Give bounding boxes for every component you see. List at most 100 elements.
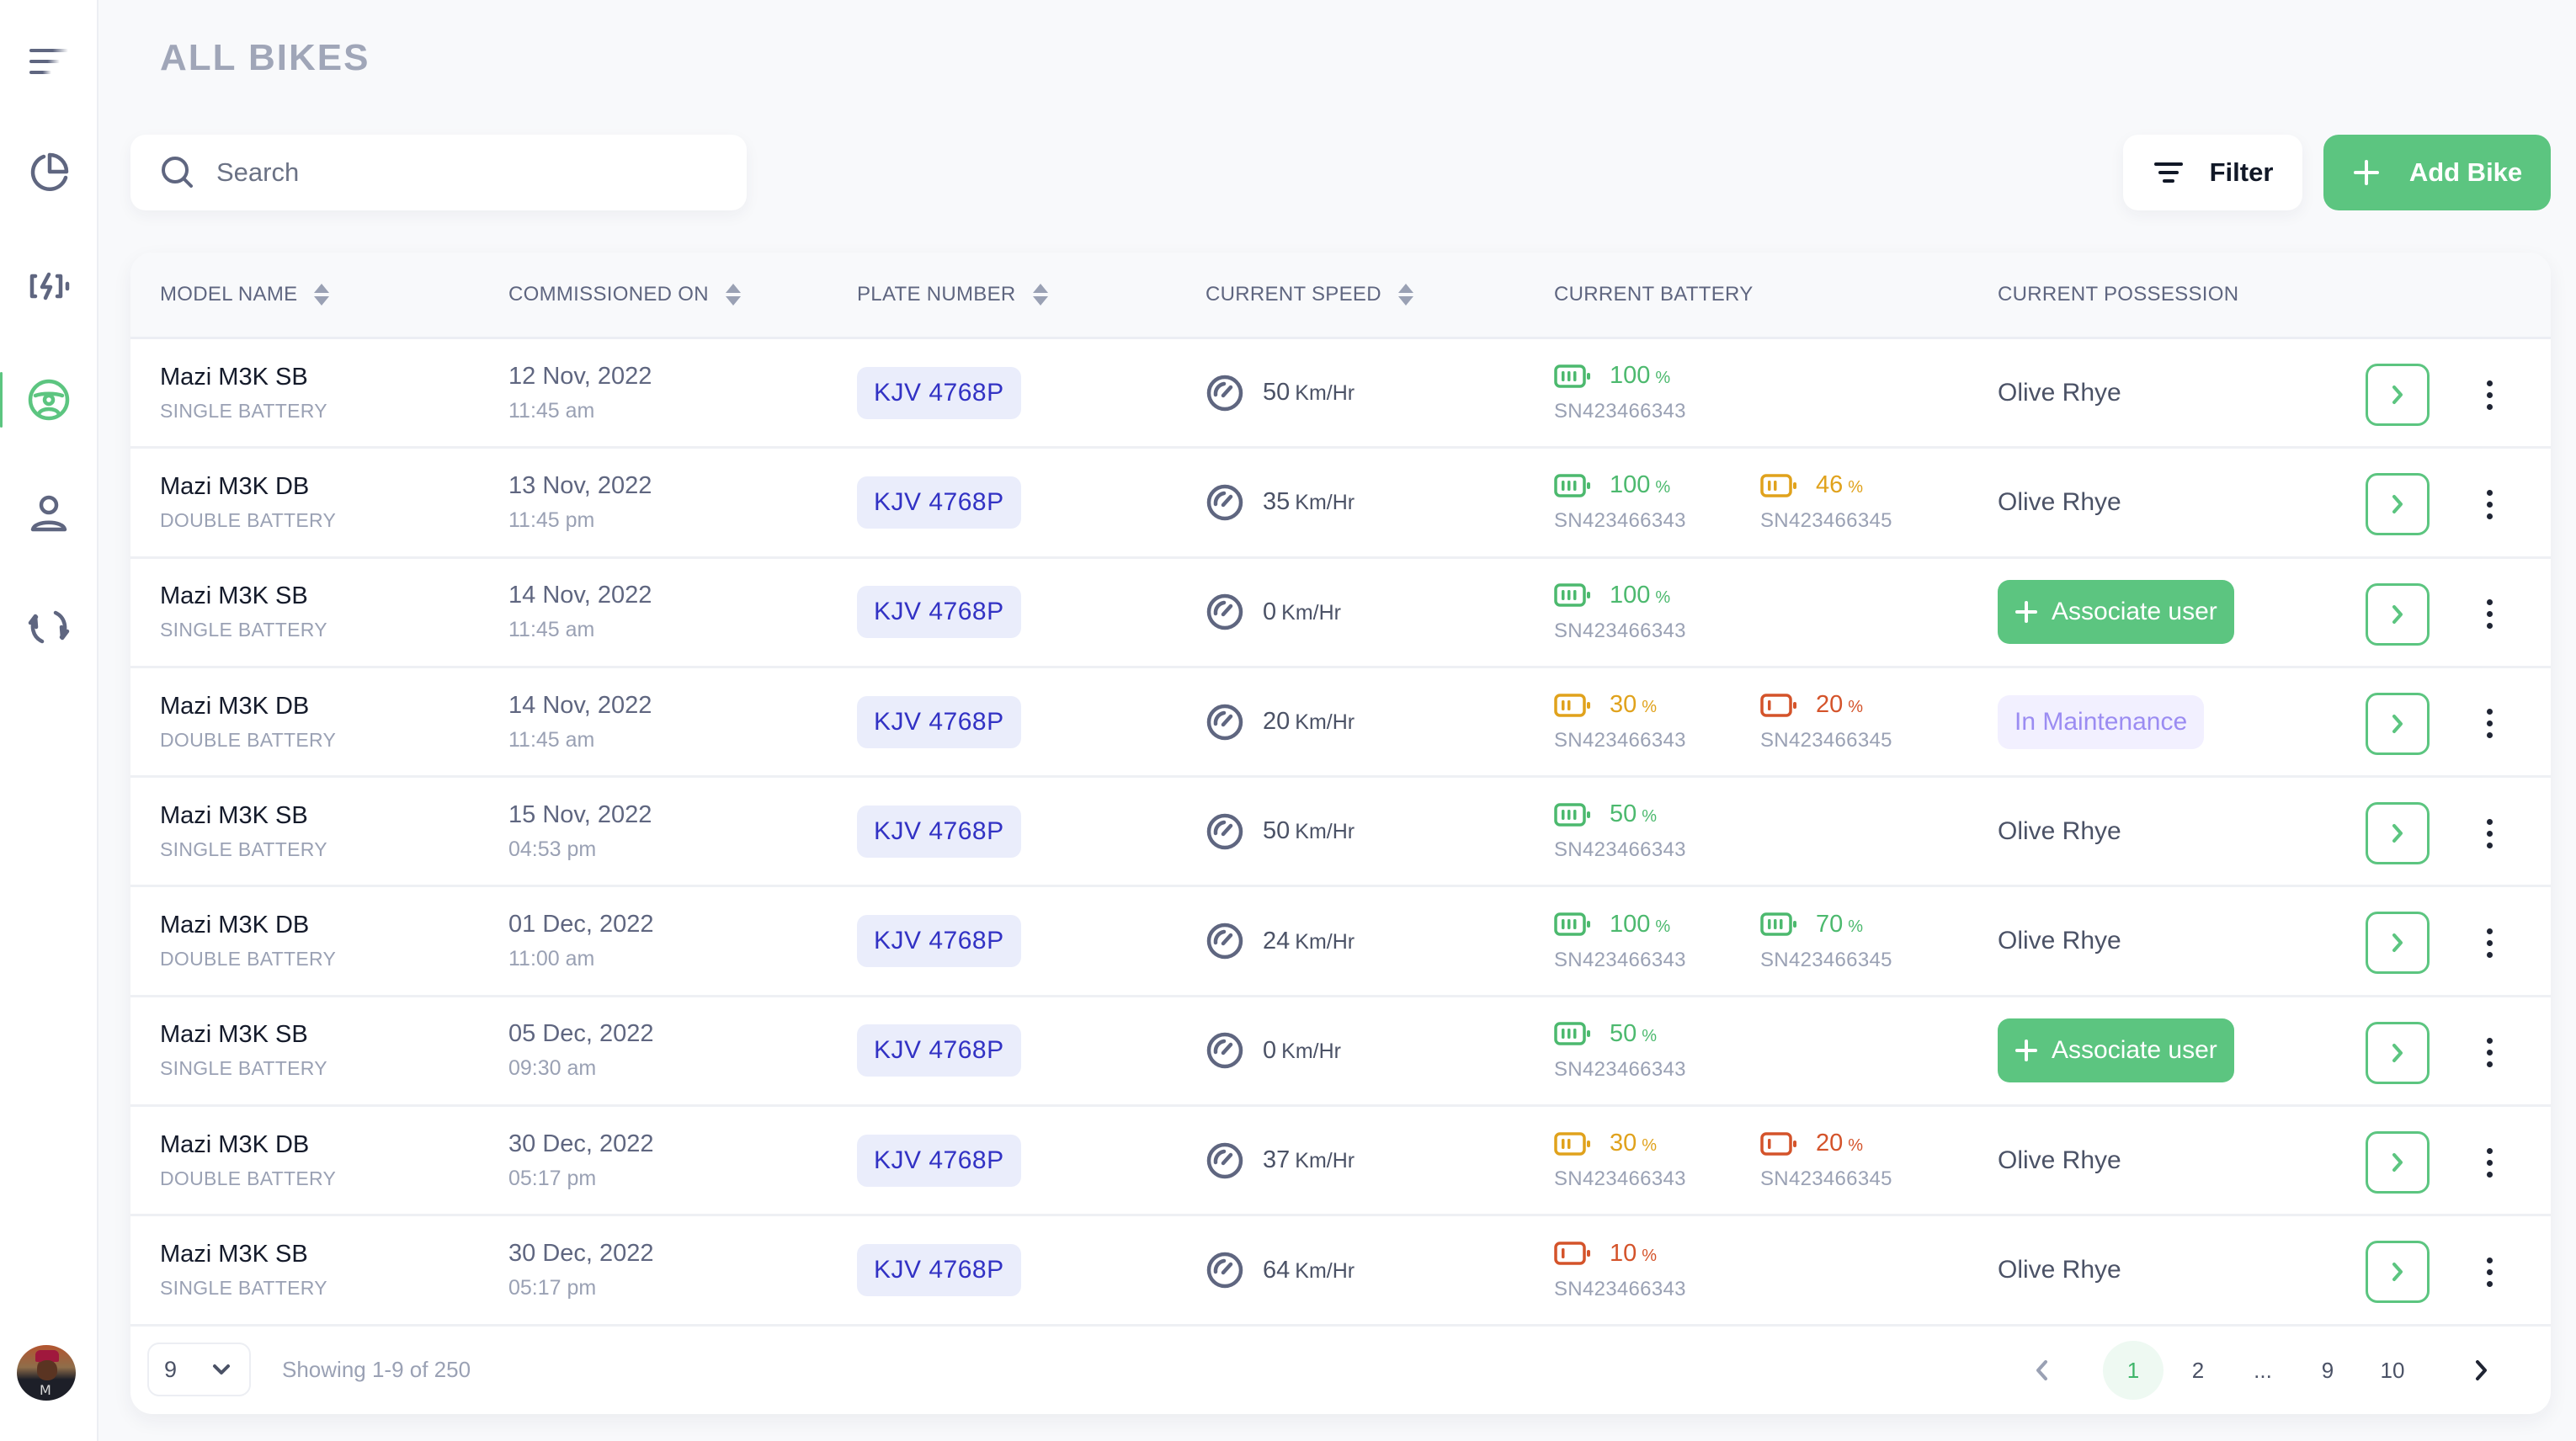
more-options-button[interactable] xyxy=(2472,1141,2506,1184)
table-row[interactable]: Mazi M3K DB DOUBLE BATTERY 14 Nov, 2022 … xyxy=(130,667,2551,779)
showing-count: Showing 1-9 of 250 xyxy=(282,1357,471,1382)
view-details-button[interactable] xyxy=(2366,1021,2430,1084)
possession-cell: Associate user xyxy=(1998,997,2234,1104)
view-details-button[interactable] xyxy=(2366,912,2430,975)
more-options-button[interactable] xyxy=(2472,482,2506,526)
more-options-button[interactable] xyxy=(2472,593,2506,636)
more-options-button[interactable] xyxy=(2472,1250,2506,1294)
view-details-button[interactable] xyxy=(2366,473,2430,536)
filter-button[interactable]: Filter xyxy=(2123,135,2302,210)
more-options-button[interactable] xyxy=(2472,702,2506,746)
avatar-shirt-letter: M xyxy=(40,1382,51,1398)
sidebar-item-users[interactable] xyxy=(0,476,97,551)
table-row[interactable]: Mazi M3K SB SINGLE BATTERY 30 Dec, 2022 … xyxy=(130,1216,2551,1327)
kebab-dot xyxy=(2486,928,2493,934)
add-bike-button[interactable]: Add Bike xyxy=(2323,135,2551,210)
commissioned-date: 12 Nov, 2022 xyxy=(508,362,652,390)
table-row[interactable]: Mazi M3K DB DOUBLE BATTERY 01 Dec, 2022 … xyxy=(130,887,2551,997)
model-name: Mazi M3K DB xyxy=(160,472,310,500)
plate-cell: KJV 4768P xyxy=(857,668,1021,775)
view-details-button[interactable] xyxy=(2366,1241,2430,1304)
table-row[interactable]: Mazi M3K SB SINGLE BATTERY 05 Dec, 2022 … xyxy=(130,997,2551,1108)
user-icon xyxy=(30,495,67,532)
table-row[interactable]: Mazi M3K SB SINGLE BATTERY 12 Nov, 2022 … xyxy=(130,339,2551,449)
speedometer-icon xyxy=(1206,375,1243,411)
more-options-button[interactable] xyxy=(2472,811,2506,855)
kebab-dot xyxy=(2486,501,2493,508)
battery-level: 30% xyxy=(1554,1130,1686,1157)
column-label: COMMISSIONED ON xyxy=(508,283,709,306)
model-name: Mazi M3K DB xyxy=(160,912,310,939)
model-cell: Mazi M3K DB DOUBLE BATTERY xyxy=(160,887,336,994)
view-details-button[interactable] xyxy=(2366,692,2430,755)
sidebar-item-batteries[interactable] xyxy=(0,248,97,324)
table-row[interactable]: Mazi M3K SB SINGLE BATTERY 15 Nov, 2022 … xyxy=(130,778,2551,888)
table-row[interactable]: Mazi M3K DB DOUBLE BATTERY 13 Nov, 2022 … xyxy=(130,449,2551,559)
model-cell: Mazi M3K SB SINGLE BATTERY xyxy=(160,559,327,666)
battery-entry: 20% SN423466345 xyxy=(1760,1107,1892,1214)
battery-serial: SN423466345 xyxy=(1760,948,1892,971)
speedometer-icon xyxy=(1206,1142,1243,1178)
chevron-right-icon xyxy=(2392,1153,2403,1172)
associate-user-label: Associate user xyxy=(2052,598,2217,626)
page-button-1[interactable]: 1 xyxy=(2103,1341,2164,1400)
model-cell: Mazi M3K SB SINGLE BATTERY xyxy=(160,1216,327,1323)
speed-value: 0 xyxy=(1263,1036,1277,1064)
page-button-10[interactable]: 10 xyxy=(2362,1341,2423,1400)
steering-wheel-icon xyxy=(28,379,69,421)
sidebar-item-swaps[interactable] xyxy=(0,589,97,665)
plus-icon xyxy=(2015,601,2037,624)
speed-unit: Km/Hr xyxy=(1295,929,1355,954)
page-size-select[interactable]: 9 xyxy=(147,1343,251,1396)
kebab-dot xyxy=(2486,1061,2493,1068)
table-row[interactable]: Mazi M3K SB SINGLE BATTERY 14 Nov, 2022 … xyxy=(130,558,2551,668)
more-options-button[interactable] xyxy=(2472,921,2506,965)
battery-entry: 70% SN423466345 xyxy=(1760,887,1892,994)
possession-cell: In Maintenance xyxy=(1998,668,2205,775)
possession-user: Olive Rhye xyxy=(1998,378,2121,407)
search-box[interactable] xyxy=(130,135,747,210)
page-button-9[interactable]: 9 xyxy=(2297,1341,2358,1400)
speed-value: 37 xyxy=(1263,1146,1291,1174)
view-details-button[interactable] xyxy=(2366,582,2430,646)
percent-sign: % xyxy=(1642,807,1658,827)
kebab-dot xyxy=(2486,1280,2493,1287)
previous-page-button[interactable] xyxy=(2012,1341,2073,1400)
chevron-right-icon xyxy=(2476,1360,2487,1380)
commissioned-date: 30 Dec, 2022 xyxy=(508,1240,654,1268)
avatar[interactable]: M xyxy=(17,1345,76,1401)
associate-user-button[interactable]: Associate user xyxy=(1998,1018,2234,1083)
page-button-2[interactable]: 2 xyxy=(2168,1341,2228,1400)
sort-icon[interactable] xyxy=(314,284,330,306)
view-details-button[interactable] xyxy=(2366,364,2430,426)
model-cell: Mazi M3K DB DOUBLE BATTERY xyxy=(160,668,336,775)
more-options-button[interactable] xyxy=(2472,1031,2506,1075)
more-options-button[interactable] xyxy=(2472,373,2506,417)
search-input[interactable] xyxy=(216,157,688,188)
next-page-button[interactable] xyxy=(2451,1341,2511,1400)
battery-type: SINGLE BATTERY xyxy=(160,1277,327,1300)
view-details-button[interactable] xyxy=(2366,1131,2430,1194)
table-body: Mazi M3K SB SINGLE BATTERY 12 Nov, 2022 … xyxy=(130,339,2551,1327)
battery-entry: 100% SN423466343 xyxy=(1554,339,1686,446)
sidebar-item-dashboard[interactable] xyxy=(0,135,97,210)
battery-level: 70% xyxy=(1760,911,1892,939)
view-details-button[interactable] xyxy=(2366,802,2430,865)
table-row[interactable]: Mazi M3K DB DOUBLE BATTERY 30 Dec, 2022 … xyxy=(130,1107,2551,1217)
associate-user-button[interactable]: Associate user xyxy=(1998,580,2234,645)
kebab-dot xyxy=(2486,1257,2493,1263)
possession-cell: Olive Rhye xyxy=(1998,887,2121,994)
chevron-right-icon xyxy=(2392,604,2403,624)
battery-entry: 100% SN423466343 xyxy=(1554,559,1686,666)
battery-level: 100% xyxy=(1554,471,1686,499)
model-cell: Mazi M3K SB SINGLE BATTERY xyxy=(160,997,327,1104)
speed-cell: 64 Km/Hr xyxy=(1206,1216,1355,1323)
sort-icon[interactable] xyxy=(725,284,741,306)
battery-mid-icon xyxy=(1554,1131,1590,1156)
sidebar-item-bikes[interactable] xyxy=(0,362,97,438)
possession-cell: Olive Rhye xyxy=(1998,339,2121,446)
sidebar-menu-toggle[interactable] xyxy=(0,24,97,99)
sort-icon[interactable] xyxy=(1032,284,1048,306)
sort-icon[interactable] xyxy=(1397,284,1413,306)
column-header-current-possession: CURRENT POSSESSION xyxy=(1998,253,2238,337)
